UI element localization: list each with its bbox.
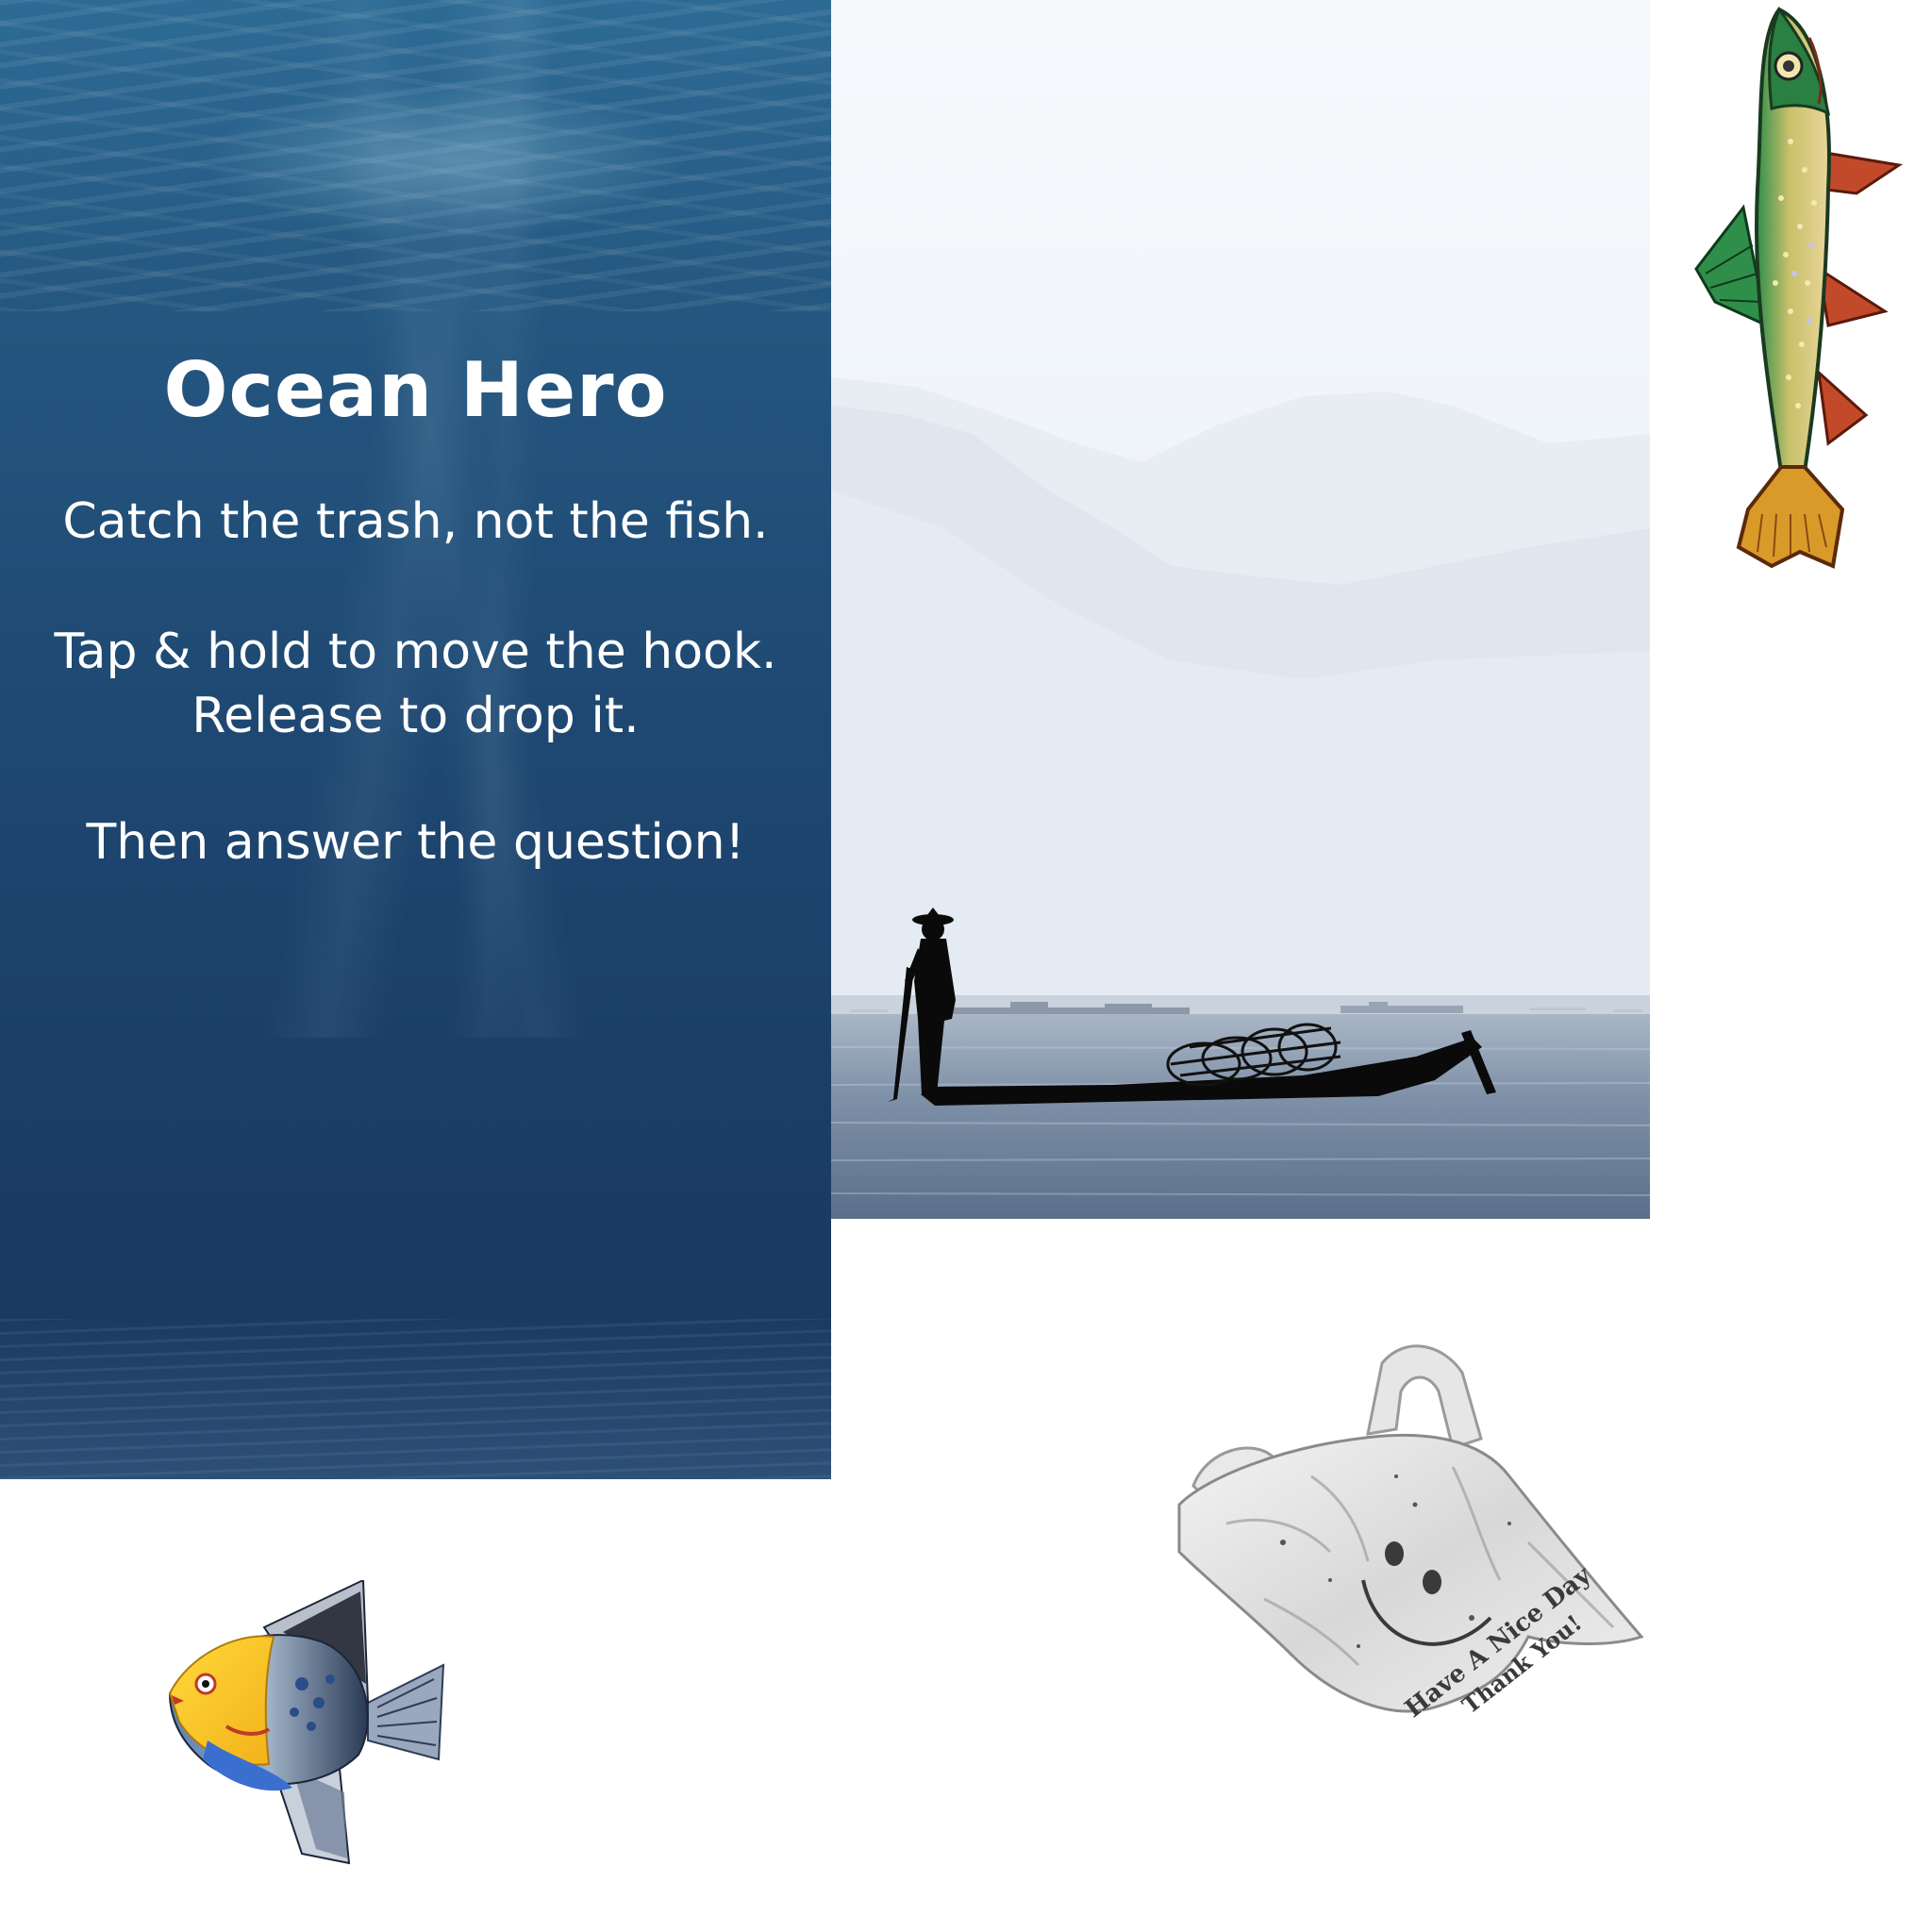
instruction-line-1: Catch the trash, not the fish. bbox=[62, 493, 769, 550]
ocean-floor bbox=[0, 1319, 831, 1479]
instruction-line-3: Release to drop it. bbox=[192, 688, 640, 744]
instruction-line-2: Tap & hold to move the hook. bbox=[54, 624, 777, 680]
ocean-instruction-panel: Ocean Hero Catch the trash, not the fish… bbox=[0, 0, 831, 1479]
instruction-line-4: Then answer the question! bbox=[86, 814, 745, 871]
fisherman-boat-photo bbox=[831, 0, 1650, 1219]
plastic-bag-sprite[interactable]: Have A Nice Day Thank You! bbox=[1170, 1335, 1660, 1731]
trout-fish-icon bbox=[1694, 6, 1903, 569]
angelfish-sprite[interactable] bbox=[151, 1578, 453, 1873]
fisherman-scene bbox=[831, 0, 1650, 1219]
plastic-bag-icon: Have A Nice Day Thank You! bbox=[1177, 1344, 1644, 1724]
trout-sprite[interactable] bbox=[1677, 0, 1913, 575]
game-title: Ocean Hero bbox=[163, 346, 668, 434]
angelfish-icon bbox=[168, 1578, 445, 1865]
